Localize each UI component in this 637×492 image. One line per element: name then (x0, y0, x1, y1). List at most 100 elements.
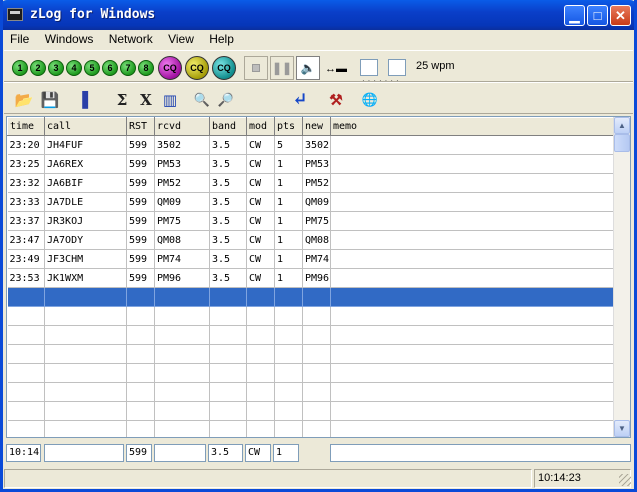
cell-new[interactable] (302, 420, 331, 437)
cell-rst[interactable]: 599 (126, 154, 155, 174)
cell-memo[interactable] (330, 363, 616, 383)
cell-memo[interactable] (330, 249, 616, 269)
cell-band[interactable]: 3.5 (209, 249, 247, 269)
band-field[interactable]: 3.5 (208, 444, 243, 462)
col-band[interactable]: band (209, 117, 247, 136)
cell-pts[interactable] (274, 401, 303, 421)
cell-time[interactable]: 23:49 (7, 249, 45, 269)
cell-pts[interactable] (274, 420, 303, 437)
cell-mod[interactable] (246, 363, 275, 383)
table-row[interactable] (7, 325, 616, 345)
cell-rcvd[interactable] (154, 306, 210, 326)
cell-rst[interactable] (126, 363, 155, 383)
cell-rcvd[interactable]: QM08 (154, 230, 210, 250)
cell-rst[interactable] (126, 325, 155, 345)
table-row[interactable] (7, 420, 616, 437)
cell-band[interactable]: 3.5 (209, 230, 247, 250)
call-field[interactable] (44, 444, 124, 462)
cell-mod[interactable] (246, 287, 275, 307)
table-row[interactable]: 23:25 JA6REX 599 PM53 3.5 CW 1 PM53 (7, 154, 616, 174)
cell-time[interactable]: 23:32 (7, 173, 45, 193)
pts-field[interactable]: 1 (273, 444, 299, 462)
cw-memory-4-button[interactable]: 4 (66, 60, 82, 76)
cell-new[interactable]: 3502 (302, 135, 331, 155)
cell-call[interactable] (44, 420, 127, 437)
menu-help[interactable]: Help (203, 30, 240, 48)
cell-band[interactable]: 3.5 (209, 154, 247, 174)
cell-rst[interactable]: 599 (126, 173, 155, 193)
cell-call[interactable]: JA6REX (44, 154, 127, 174)
pause-button[interactable]: ❚❚ (270, 56, 294, 80)
menu-network[interactable]: Network (103, 30, 159, 48)
table-row[interactable] (7, 344, 616, 364)
cell-mod[interactable] (246, 325, 275, 345)
cell-time[interactable] (7, 401, 45, 421)
cell-new[interactable] (302, 344, 331, 364)
cell-rcvd[interactable]: PM96 (154, 268, 210, 288)
cell-time[interactable] (7, 325, 45, 345)
cell-call[interactable]: JR3KOJ (44, 211, 127, 231)
cell-rcvd[interactable] (154, 325, 210, 345)
summary-button[interactable]: Σ (110, 88, 134, 112)
cell-rst[interactable]: 599 (126, 135, 155, 155)
cell-rst[interactable]: 599 (126, 268, 155, 288)
table-row[interactable]: 23:47 JA7ODY 599 QM08 3.5 CW 1 QM08 (7, 230, 616, 250)
scroll-thumb[interactable] (614, 134, 630, 152)
cell-pts[interactable]: 5 (274, 135, 303, 155)
cell-band[interactable] (209, 287, 247, 307)
cq-1-button[interactable]: CQ (158, 56, 182, 80)
cw-memory-7-button[interactable]: 7 (120, 60, 136, 76)
col-mod[interactable]: mod (246, 117, 275, 136)
cell-pts[interactable] (274, 344, 303, 364)
cell-time[interactable] (7, 420, 45, 437)
cell-mod[interactable]: CW (246, 192, 275, 212)
cell-rcvd[interactable]: PM75 (154, 211, 210, 231)
cell-memo[interactable] (330, 230, 616, 250)
cell-rst[interactable] (126, 344, 155, 364)
cell-new[interactable]: PM53 (302, 154, 331, 174)
cell-time[interactable]: 23:20 (7, 135, 45, 155)
cell-rcvd[interactable]: PM53 (154, 154, 210, 174)
cell-mod[interactable]: CW (246, 249, 275, 269)
table-row[interactable]: 23:53 JK1WXM 599 PM96 3.5 CW 1 PM96 (7, 268, 616, 288)
cell-memo[interactable] (330, 192, 616, 212)
cell-rcvd[interactable]: 3502 (154, 135, 210, 155)
cell-rcvd[interactable] (154, 420, 210, 437)
cell-mod[interactable] (246, 306, 275, 326)
cell-rcvd[interactable]: QM09 (154, 192, 210, 212)
cq-2-button[interactable]: CQ (185, 56, 209, 80)
multiplier-button[interactable]: X (134, 88, 158, 112)
cell-new[interactable]: PM52 (302, 173, 331, 193)
cell-rst[interactable] (126, 306, 155, 326)
cw-memory-6-button[interactable]: 6 (102, 60, 118, 76)
cell-band[interactable]: 3.5 (209, 192, 247, 212)
table-row[interactable] (7, 382, 616, 402)
cell-call[interactable]: JA7DLE (44, 192, 127, 212)
cell-pts[interactable]: 1 (274, 154, 303, 174)
cell-rcvd[interactable]: PM52 (154, 173, 210, 193)
cell-mod[interactable]: CW (246, 230, 275, 250)
qso-log-grid[interactable]: time call RST rcvd band mod pts new memo… (6, 116, 631, 438)
enter-button[interactable]: ↵ (288, 88, 312, 112)
cell-memo[interactable] (330, 306, 616, 326)
speaker-button[interactable]: 🔈 (296, 56, 320, 80)
cell-rst[interactable] (126, 382, 155, 402)
cell-memo[interactable] (330, 420, 616, 437)
col-rst[interactable]: RST (126, 117, 155, 136)
cell-pts[interactable]: 1 (274, 268, 303, 288)
cell-time[interactable] (7, 382, 45, 402)
cell-time[interactable]: 23:25 (7, 154, 45, 174)
cell-rcvd[interactable] (154, 344, 210, 364)
table-row-selected[interactable] (7, 287, 616, 307)
cell-band[interactable] (209, 382, 247, 402)
cell-rcvd[interactable] (154, 382, 210, 402)
cell-memo[interactable] (330, 135, 616, 155)
col-pts[interactable]: pts (274, 117, 303, 136)
cell-call[interactable] (44, 287, 127, 307)
cell-new[interactable]: PM74 (302, 249, 331, 269)
cell-pts[interactable] (274, 287, 303, 307)
cell-new[interactable]: PM75 (302, 211, 331, 231)
cell-mod[interactable]: CW (246, 211, 275, 231)
cell-pts[interactable] (274, 306, 303, 326)
table-row[interactable] (7, 401, 616, 421)
